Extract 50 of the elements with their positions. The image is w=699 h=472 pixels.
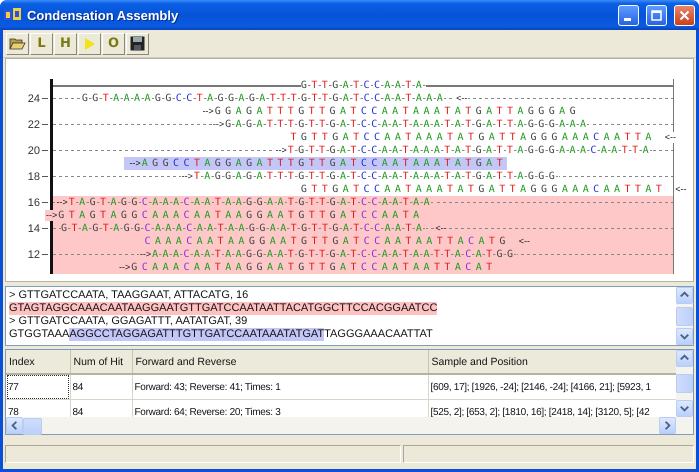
axis-label: 14 bbox=[28, 222, 40, 234]
app-icon bbox=[4, 8, 22, 22]
scroll-thumb[interactable] bbox=[676, 306, 693, 326]
close-button[interactable] bbox=[674, 4, 695, 26]
minimize-button[interactable] bbox=[618, 4, 639, 26]
play-button[interactable] bbox=[78, 32, 101, 54]
scrollbar[interactable] bbox=[676, 287, 693, 345]
detail-text: > GTTGATCCAATA, TAAGGAAT, ATTACATG, 16 bbox=[9, 289, 248, 302]
scroll-left-button[interactable] bbox=[6, 417, 23, 434]
scroll-down-button[interactable] bbox=[676, 328, 693, 345]
scroll-right-button[interactable] bbox=[659, 417, 676, 434]
table-cell: 84 bbox=[70, 374, 132, 400]
column-header[interactable]: Index bbox=[6, 350, 70, 374]
axis-label: 16 bbox=[28, 196, 40, 208]
toolbar-button[interactable]: H bbox=[54, 32, 77, 54]
column-header[interactable]: Num of Hit bbox=[70, 350, 132, 374]
detail-text: > GTTGATCCAATA, GGAGATTT, AATATGAT, 39 bbox=[9, 315, 248, 328]
scroll-thumb[interactable] bbox=[23, 418, 42, 435]
arrow-text: --> bbox=[45, 210, 58, 221]
open-folder-button[interactable] bbox=[6, 32, 29, 54]
detail-text: TAGGGAAACAATTAT bbox=[324, 328, 433, 341]
horizontal-scrollbar[interactable] bbox=[6, 417, 693, 434]
folder-icon bbox=[9, 36, 26, 51]
axis-label: 12 bbox=[28, 248, 40, 260]
arrow-text: <-- bbox=[664, 132, 678, 143]
close-icon bbox=[679, 10, 690, 20]
table-cell: Forward: 43; Reverse: 41; Times: 1 bbox=[132, 374, 428, 400]
detail-text: GTGGTAAA bbox=[9, 328, 70, 341]
highlighted-text: AGGCCTAGGAGATTTGTTGATCCAATAAATATGAT bbox=[69, 328, 324, 341]
window-title: Condensation Assembly bbox=[27, 8, 180, 22]
toolbar-button[interactable]: L bbox=[30, 32, 53, 54]
axis-label: 20 bbox=[28, 144, 40, 156]
scroll-up-button[interactable] bbox=[676, 287, 693, 304]
scrollbar[interactable] bbox=[676, 350, 693, 417]
column-header[interactable]: Sample and Position bbox=[428, 350, 676, 374]
axis-label: 24 bbox=[28, 92, 40, 104]
scroll-thumb[interactable] bbox=[676, 374, 693, 393]
minimize-icon bbox=[624, 18, 630, 20]
table-cell: 77 bbox=[6, 374, 70, 400]
scroll-down-button[interactable] bbox=[676, 400, 693, 417]
maximize-button[interactable] bbox=[646, 4, 667, 26]
save-button[interactable] bbox=[126, 32, 149, 54]
play-icon bbox=[84, 36, 96, 50]
maximize-icon bbox=[651, 10, 662, 20]
column-header[interactable]: Forward and Reverse bbox=[132, 350, 428, 374]
toolbar-button[interactable]: O bbox=[102, 32, 125, 54]
axis-label: 22 bbox=[28, 118, 40, 130]
axis-label: 18 bbox=[28, 170, 40, 182]
scroll-up-button[interactable] bbox=[676, 350, 693, 367]
highlighted-text: GTAGTAGGCAAACAATAAGGAATGTTGATCCAATAATTACATGGCTTCCACGGAATCC bbox=[9, 302, 438, 315]
